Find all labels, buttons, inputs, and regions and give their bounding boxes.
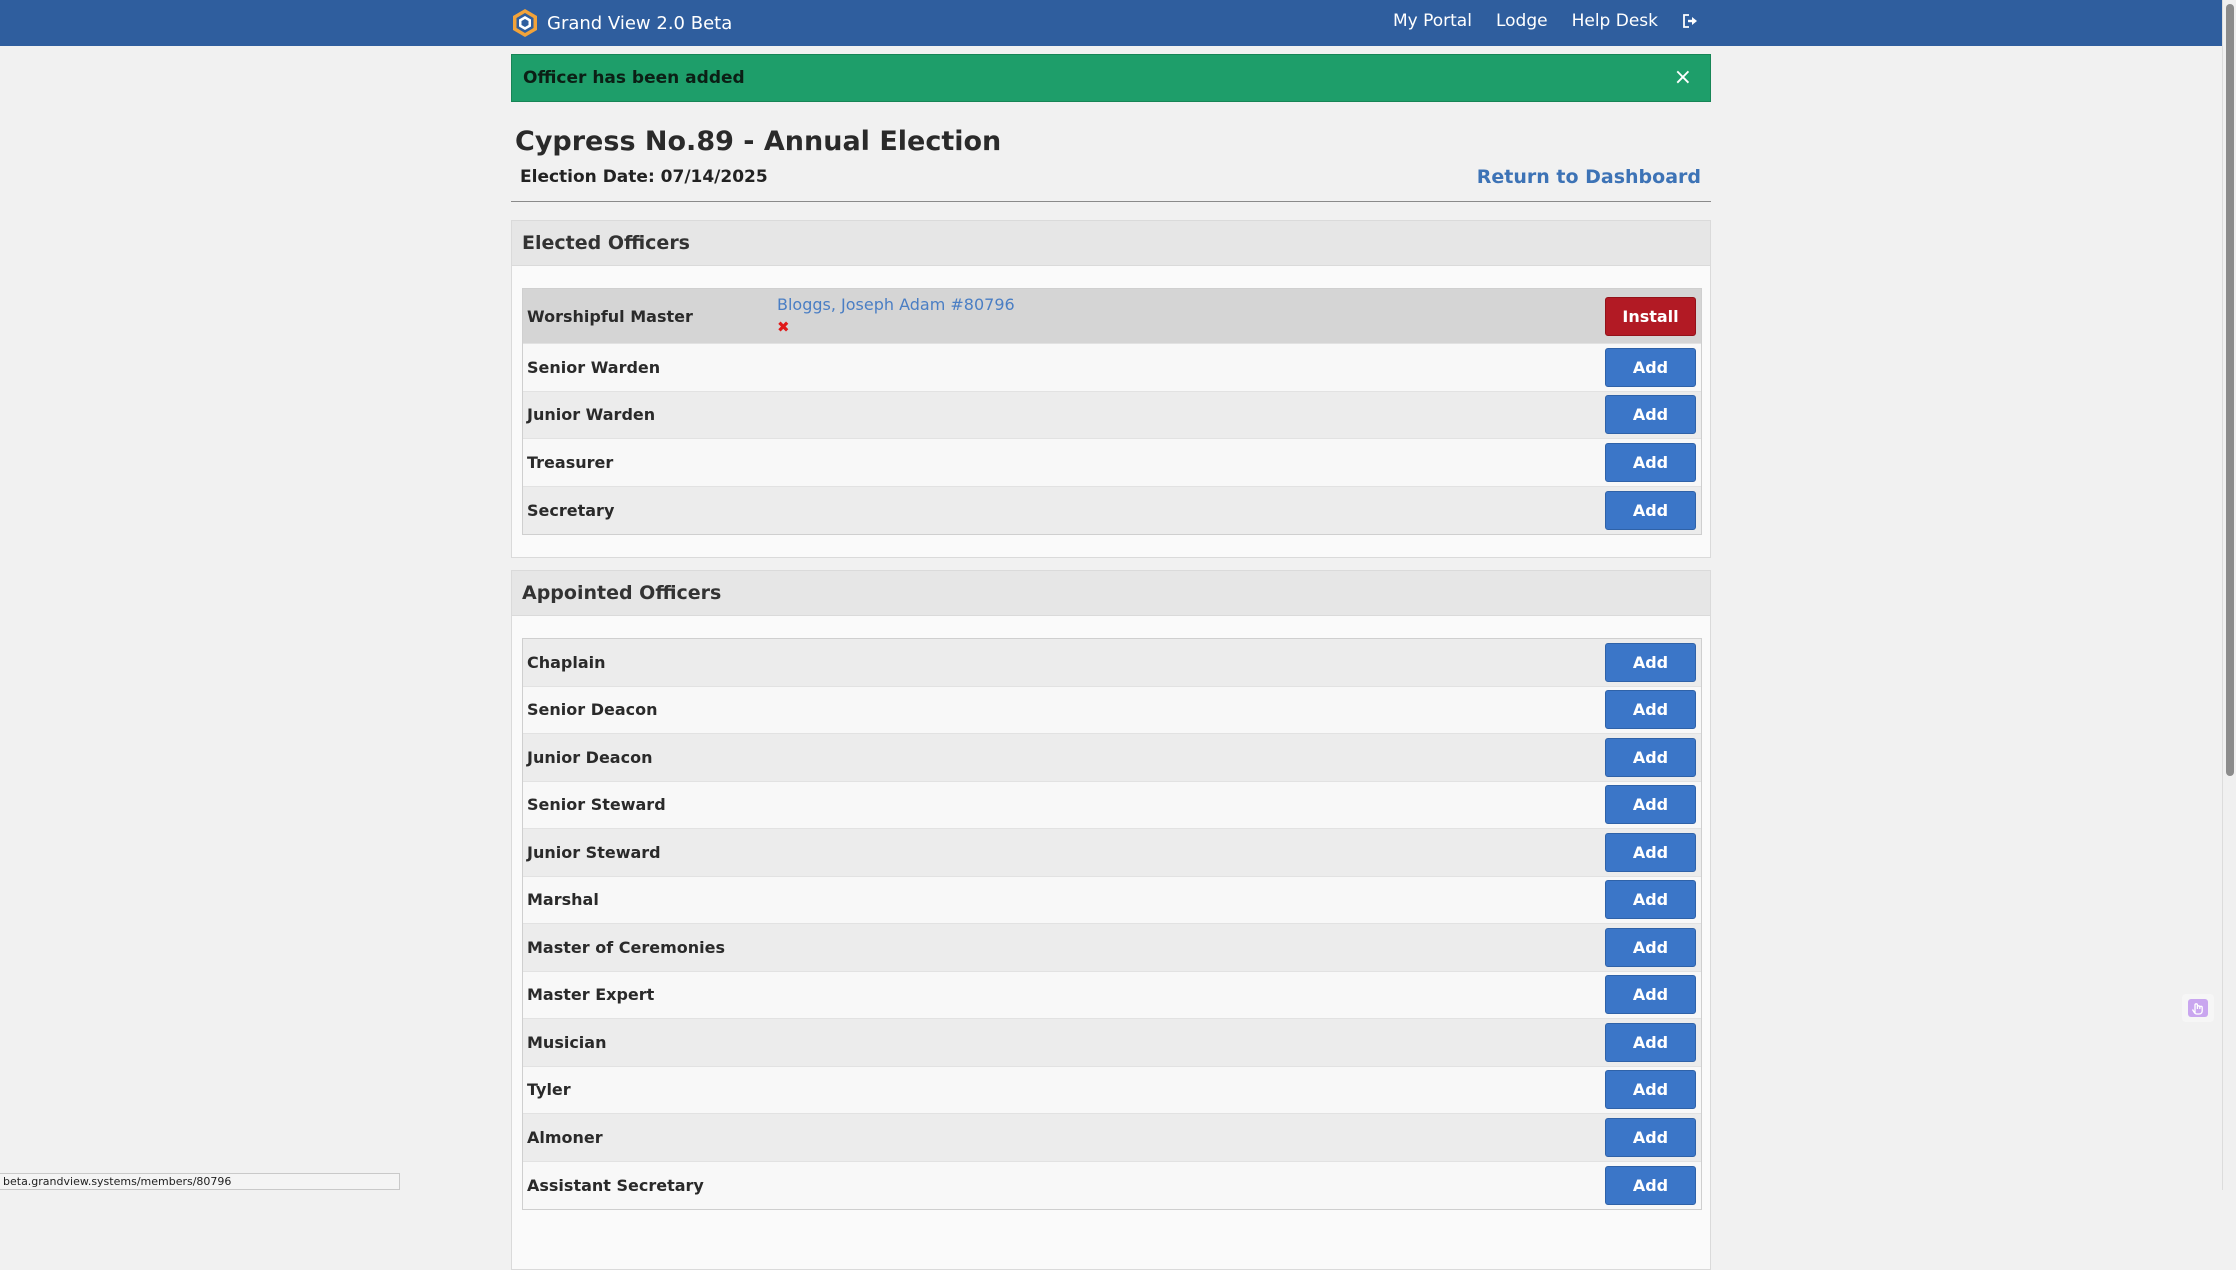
nav-my-portal[interactable]: My Portal	[1393, 11, 1472, 31]
officer-title: Master Expert	[527, 985, 655, 1005]
elected-officers-body: Worshipful Master Bloggs, Joseph Adam #8…	[512, 266, 1710, 557]
assigned-member: Bloggs, Joseph Adam #80796 ✖	[777, 295, 1015, 336]
officer-title: Chaplain	[527, 652, 606, 672]
officer-row-secretary: Secretary Add	[523, 486, 1701, 534]
add-junior-steward-button[interactable]: Add	[1605, 832, 1696, 872]
appointed-officers-table: Chaplain Add Senior Deacon Add Junior De…	[522, 638, 1702, 1210]
officer-row-musician: Musician Add	[523, 1019, 1701, 1067]
appointed-officers-panel: Appointed Officers Chaplain Add Senior D…	[511, 570, 1711, 1270]
add-almoner-button[interactable]: Add	[1605, 1117, 1696, 1157]
hand-widget-icon[interactable]	[2182, 994, 2214, 1022]
add-secretary-button[interactable]: Add	[1605, 490, 1696, 530]
brand-name: Grand View 2.0 Beta	[547, 12, 733, 34]
add-senior-warden-button[interactable]: Add	[1605, 347, 1696, 387]
add-master-of-ceremonies-button[interactable]: Add	[1605, 927, 1696, 967]
scrollbar-thumb[interactable]	[2226, 4, 2234, 776]
title-divider	[511, 201, 1711, 202]
page-title: Cypress No.89 - Annual Election	[515, 126, 1002, 157]
elected-officers-table: Worshipful Master Bloggs, Joseph Adam #8…	[522, 288, 1702, 535]
add-marshal-button[interactable]: Add	[1605, 880, 1696, 920]
nav-links: My Portal Lodge Help Desk	[1369, 11, 1698, 31]
add-musician-button[interactable]: Add	[1605, 1022, 1696, 1062]
elected-officers-heading: Elected Officers	[512, 221, 1710, 266]
officer-row-junior-deacon: Junior Deacon Add	[523, 734, 1701, 782]
officer-title: Junior Steward	[527, 842, 661, 862]
officer-row-junior-steward: Junior Steward Add	[523, 829, 1701, 877]
officer-row-senior-warden: Senior Warden Add	[523, 344, 1701, 392]
add-senior-deacon-button[interactable]: Add	[1605, 690, 1696, 730]
grand-view-logo-icon	[513, 9, 537, 37]
add-tyler-button[interactable]: Add	[1605, 1070, 1696, 1110]
add-master-expert-button[interactable]: Add	[1605, 975, 1696, 1015]
return-to-dashboard-link[interactable]: Return to Dashboard	[1477, 166, 1701, 188]
status-bar-url: beta.grandview.systems/members/80796	[0, 1173, 400, 1190]
officer-title: Tyler	[527, 1080, 571, 1100]
officer-title: Master of Ceremonies	[527, 937, 725, 957]
success-alert: Officer has been added ×	[511, 54, 1711, 102]
officer-title: Senior Deacon	[527, 700, 658, 720]
top-navbar: Grand View 2.0 Beta My Portal Lodge Help…	[0, 0, 2222, 46]
add-treasurer-button[interactable]: Add	[1605, 442, 1696, 482]
officer-title: Junior Deacon	[527, 747, 653, 767]
add-chaplain-button[interactable]: Add	[1605, 642, 1696, 682]
officer-row-junior-warden: Junior Warden Add	[523, 391, 1701, 439]
appointed-officers-body: Chaplain Add Senior Deacon Add Junior De…	[512, 616, 1710, 1232]
officer-row-tyler: Tyler Add	[523, 1066, 1701, 1114]
brand[interactable]: Grand View 2.0 Beta	[510, 9, 732, 37]
sign-out-icon[interactable]	[1682, 13, 1698, 29]
close-icon[interactable]: ×	[1674, 65, 1692, 90]
page-scrollbar[interactable]	[2222, 0, 2236, 1190]
officer-row-senior-steward: Senior Steward Add	[523, 781, 1701, 829]
member-link[interactable]: Bloggs, Joseph Adam #80796	[777, 295, 1015, 314]
officer-row-assistant-secretary: Assistant Secretary Add	[523, 1161, 1701, 1209]
remove-icon[interactable]: ✖	[777, 318, 791, 336]
officer-title: Musician	[527, 1032, 607, 1052]
nav-lodge[interactable]: Lodge	[1496, 11, 1548, 31]
officer-title: Marshal	[527, 890, 599, 910]
officer-row-treasurer: Treasurer Add	[523, 439, 1701, 487]
officer-row-master-expert: Master Expert Add	[523, 971, 1701, 1019]
appointed-officers-heading: Appointed Officers	[512, 571, 1710, 616]
add-junior-warden-button[interactable]: Add	[1605, 395, 1696, 435]
officer-row-master-of-ceremonies: Master of Ceremonies Add	[523, 924, 1701, 972]
officer-title: Senior Warden	[527, 357, 661, 377]
officer-title: Treasurer	[527, 452, 614, 472]
officer-title: Junior Warden	[527, 405, 656, 425]
officer-row-senior-deacon: Senior Deacon Add	[523, 686, 1701, 734]
hand-icon	[2188, 999, 2208, 1017]
officer-title: Almoner	[527, 1127, 603, 1147]
install-button[interactable]: Install	[1605, 296, 1696, 336]
officer-row-almoner: Almoner Add	[523, 1114, 1701, 1162]
officer-row-marshal: Marshal Add	[523, 876, 1701, 924]
officer-title: Worshipful Master	[527, 306, 693, 326]
officer-row-chaplain: Chaplain Add	[523, 639, 1701, 687]
officer-title: Secretary	[527, 500, 615, 520]
elected-officers-panel: Elected Officers Worshipful Master Blogg…	[511, 220, 1711, 558]
election-date: Election Date: 07/14/2025	[520, 167, 768, 187]
alert-message: Officer has been added	[523, 68, 745, 88]
nav-help-desk[interactable]: Help Desk	[1572, 11, 1658, 31]
officer-title: Assistant Secretary	[527, 1175, 704, 1195]
officer-row-worshipful-master: Worshipful Master Bloggs, Joseph Adam #8…	[523, 289, 1701, 344]
add-junior-deacon-button[interactable]: Add	[1605, 737, 1696, 777]
add-senior-steward-button[interactable]: Add	[1605, 785, 1696, 825]
officer-title: Senior Steward	[527, 795, 666, 815]
add-assistant-secretary-button[interactable]: Add	[1605, 1165, 1696, 1205]
